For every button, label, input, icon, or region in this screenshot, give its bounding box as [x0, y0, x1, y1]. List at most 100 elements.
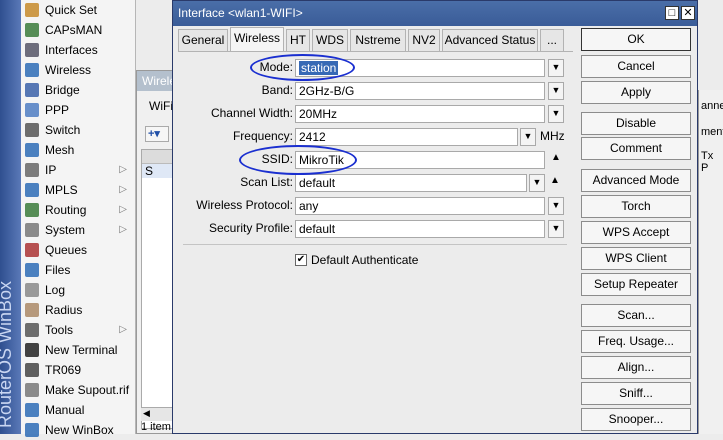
dialog-title-bar[interactable]: Interface <wlan1-WIFI> □ ✕	[173, 1, 697, 26]
sidebar-item-label: Files	[45, 263, 71, 277]
scan-list-collapse-icon[interactable]: ▲	[550, 175, 560, 186]
band-dropdown-icon[interactable]: ▼	[548, 82, 564, 100]
sidebar-item-switch[interactable]: Switch	[21, 120, 135, 140]
sidebar-item-files[interactable]: Files	[21, 260, 135, 280]
scan-list-dropdown-icon[interactable]: ▼	[529, 174, 545, 192]
ssid-collapse-icon[interactable]: ▲	[551, 152, 561, 163]
sidebar-item-interfaces[interactable]: Interfaces	[21, 40, 135, 60]
capsman-icon	[25, 23, 39, 37]
sniff-button[interactable]: Sniff...	[581, 382, 691, 405]
tab-nstreme[interactable]: Nstreme	[350, 29, 406, 51]
frequency-select[interactable]: 2412	[295, 128, 518, 146]
sidebar-item-label: CAPsMAN	[45, 23, 103, 37]
add-button[interactable]: +▾	[145, 126, 169, 142]
sidebar-item-label: Radius	[45, 303, 83, 317]
sidebar-item-tools[interactable]: Tools ▷	[21, 320, 135, 340]
sidebar-item-new-terminal[interactable]: New Terminal	[21, 340, 135, 360]
comment-button[interactable]: Comment	[581, 137, 691, 160]
snooper-button[interactable]: Snooper...	[581, 408, 691, 431]
tab-ht[interactable]: HT	[286, 29, 310, 51]
quick-set-icon	[25, 3, 39, 17]
sidebar-item-new-winbox[interactable]: New WinBox	[21, 420, 135, 440]
sidebar-item-tr069[interactable]: TR069	[21, 360, 135, 380]
queues-icon	[25, 243, 39, 257]
mpls-icon	[25, 183, 39, 197]
default-authenticate-label: Default Authenticate	[311, 253, 419, 267]
maximize-icon[interactable]: □	[665, 6, 679, 20]
sidebar-item-label: New WinBox	[45, 423, 114, 437]
sidebar-item-ip[interactable]: IP ▷	[21, 160, 135, 180]
sidebar-item-capsman[interactable]: CAPsMAN	[21, 20, 135, 40]
sidebar-item-log[interactable]: Log	[21, 280, 135, 300]
setup-repeater-button[interactable]: Setup Repeater	[581, 273, 691, 296]
ok-button[interactable]: OK	[581, 28, 691, 51]
ip-icon	[25, 163, 39, 177]
close-icon[interactable]: ✕	[681, 6, 695, 20]
wireless-protocol-select[interactable]: any	[295, 197, 545, 215]
frequency-dropdown-icon[interactable]: ▼	[520, 128, 536, 146]
mode-annotation-circle	[250, 54, 355, 81]
sidebar-item-manual[interactable]: Manual	[21, 400, 135, 420]
sidebar-item-system[interactable]: System ▷	[21, 220, 135, 240]
sidebar-item-radius[interactable]: Radius	[21, 300, 135, 320]
security-profile-label: Security Profile:	[208, 221, 293, 235]
list-row-flag[interactable]: S	[142, 164, 176, 178]
sidebar-menu: Quick Set CAPsMAN Interfaces Wireless Bridge…	[21, 0, 136, 437]
advanced-mode-button[interactable]: Advanced Mode	[581, 169, 691, 192]
freq-usage-button[interactable]: Freq. Usage...	[581, 330, 691, 353]
divider	[183, 244, 567, 245]
sidebar-item-mpls[interactable]: MPLS ▷	[21, 180, 135, 200]
sidebar-item-bridge[interactable]: Bridge	[21, 80, 135, 100]
scan-list-label: Scan List:	[240, 175, 293, 189]
mode-dropdown-icon[interactable]: ▼	[548, 59, 564, 77]
background-window: Wirele WiFi +▾ S ◀ 1 item	[136, 70, 177, 434]
item-count: 1 item	[141, 421, 171, 433]
scan-button[interactable]: Scan...	[581, 304, 691, 327]
background-window-right: anne ment Tx P	[698, 90, 723, 434]
tab-wireless[interactable]: Wireless	[230, 27, 284, 51]
tab-nv2[interactable]: NV2	[408, 29, 440, 51]
submenu-arrow-icon: ▷	[119, 324, 127, 335]
sidebar-item-ppp[interactable]: PPP	[21, 100, 135, 120]
tr069-icon	[25, 363, 39, 377]
channel-width-dropdown-icon[interactable]: ▼	[548, 105, 564, 123]
sidebar-item-mesh[interactable]: Mesh	[21, 140, 135, 160]
cancel-button[interactable]: Cancel	[581, 55, 691, 78]
interface-dialog: Interface <wlan1-WIFI> □ ✕ General Wirel…	[172, 0, 698, 434]
submenu-arrow-icon: ▷	[119, 224, 127, 235]
mode-row: Mode: station ▼	[178, 59, 568, 77]
scan-list-select[interactable]: default	[295, 174, 527, 192]
sidebar-item-routing[interactable]: Routing ▷	[21, 200, 135, 220]
dialog-title: Interface <wlan1-WIFI>	[178, 6, 303, 20]
default-authenticate-checkbox[interactable]: ✔	[295, 254, 307, 266]
sidebar-item-queues[interactable]: Queues	[21, 240, 135, 260]
wireless-protocol-dropdown-icon[interactable]: ▼	[548, 197, 564, 215]
sidebar-item-quick-set[interactable]: Quick Set	[21, 0, 135, 20]
sidebar-item-label: Interfaces	[45, 43, 98, 57]
apply-button[interactable]: Apply	[581, 81, 691, 104]
align-button[interactable]: Align...	[581, 356, 691, 379]
tab-wds[interactable]: WDS	[312, 29, 348, 51]
sidebar-item-label: Routing	[45, 203, 87, 217]
tab-more[interactable]: ...	[540, 29, 564, 51]
tools-icon	[25, 323, 39, 337]
torch-button[interactable]: Torch	[581, 195, 691, 218]
security-profile-select[interactable]: default	[295, 220, 545, 238]
disable-button[interactable]: Disable	[581, 112, 691, 135]
sidebar-item-wireless[interactable]: Wireless	[21, 60, 135, 80]
frequency-label: Frequency:	[232, 129, 293, 143]
wps-accept-button[interactable]: WPS Accept	[581, 221, 691, 244]
background-tab-wifi[interactable]: WiFi	[149, 99, 173, 113]
mesh-icon	[25, 143, 39, 157]
band-select[interactable]: 2GHz-B/G	[295, 82, 545, 100]
tab-advanced-status[interactable]: Advanced Status	[442, 29, 538, 51]
security-profile-dropdown-icon[interactable]: ▼	[548, 220, 564, 238]
system-icon	[25, 223, 39, 237]
plus-icon: +▾	[148, 128, 160, 140]
bridge-icon	[25, 83, 39, 97]
tab-general[interactable]: General	[178, 29, 228, 51]
sidebar-item-make-supout-rif[interactable]: Make Supout.rif	[21, 380, 135, 400]
ssid-row: SSID: MikroTik ▲	[178, 151, 568, 169]
wps-client-button[interactable]: WPS Client	[581, 247, 691, 270]
channel-width-select[interactable]: 20MHz	[295, 105, 545, 123]
